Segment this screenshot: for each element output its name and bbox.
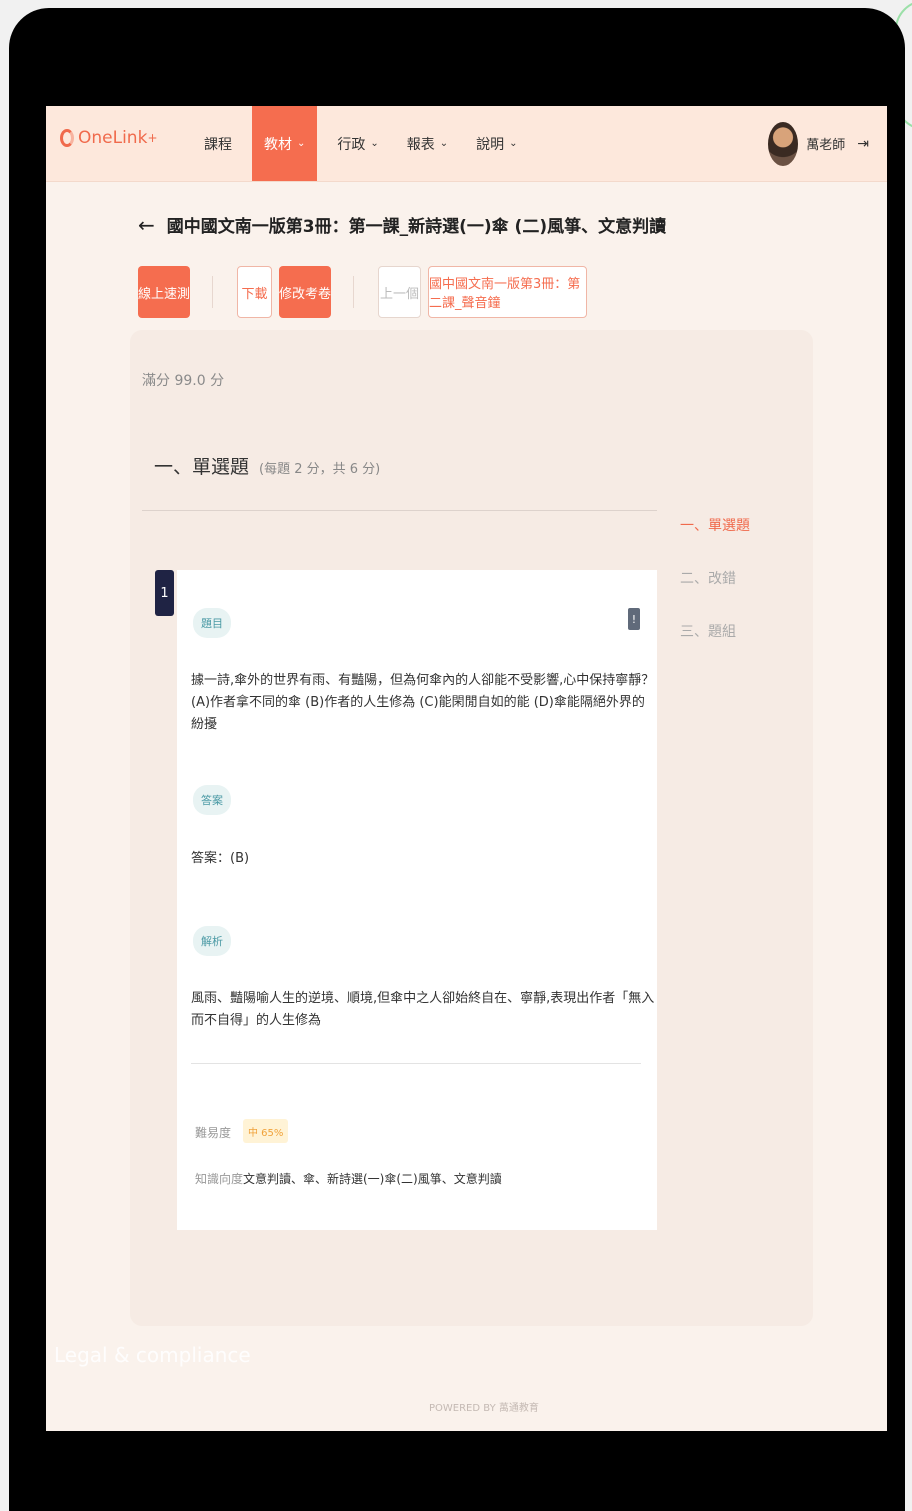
- answer-tag: 答案: [193, 785, 231, 815]
- button-label: 國中國文南一版第3冊：第二課_聲音鐘: [429, 277, 581, 311]
- logout-icon[interactable]: ⇥: [857, 136, 869, 152]
- arrow-left-icon[interactable]: ←: [138, 213, 155, 237]
- difficulty-label: 難易度: [195, 1126, 232, 1140]
- question-tag: 題目: [193, 608, 231, 638]
- top-navbar: OneLink + 課程 教材 ⌄ 行政 ⌄ 報表 ⌄ 說明 ⌄ 萬老師 ⇥: [46, 106, 887, 182]
- question-options: (A)作者拿不同的傘 (B)作者的人生修為 (C)能閑閒自如的能 (D)傘能隔絕…: [191, 695, 645, 732]
- nav-item-courses[interactable]: 課程: [196, 106, 240, 181]
- section-title: 一、單選題: [154, 456, 250, 478]
- user-name[interactable]: 萬老師: [806, 134, 845, 153]
- brand-logo[interactable]: OneLink +: [60, 124, 158, 152]
- next-lesson-button[interactable]: 國中國文南一版第3冊：第二課_聲音鐘: [428, 266, 587, 318]
- online-test-button[interactable]: 線上速測: [138, 266, 190, 318]
- analysis-tag: 解析: [193, 926, 231, 956]
- toc-item-question-group[interactable]: 三、題組: [680, 621, 750, 674]
- logo-icon: [60, 129, 74, 147]
- card-divider: [191, 1063, 641, 1064]
- nav-item-admin[interactable]: 行政 ⌄: [329, 106, 386, 181]
- knowledge-value: 文意判讀、傘、新詩選(一)傘(二)風箏、文意判讀: [243, 1172, 502, 1186]
- button-label: 線上速測: [138, 286, 191, 302]
- toolbar-divider: [353, 276, 354, 308]
- question-text: 據一詩,傘外的世界有雨、有豔陽，但為何傘內的人卻能不受影響,心中保持寧靜？ (A…: [191, 670, 657, 736]
- edit-exam-button[interactable]: 修改考卷: [279, 266, 331, 318]
- difficulty-badge: 中 65%: [243, 1119, 289, 1143]
- chevron-down-icon: ⌄: [370, 138, 379, 149]
- nav-item-help[interactable]: 說明 ⌄: [468, 106, 525, 181]
- toc-item-single-choice[interactable]: 一、單選題: [680, 515, 750, 568]
- app-screen: OneLink + 課程 教材 ⌄ 行政 ⌄ 報表 ⌄ 說明 ⌄ 萬老師 ⇥ ←…: [46, 106, 887, 1431]
- download-button[interactable]: 下載: [237, 266, 272, 318]
- chevron-down-icon: ⌄: [297, 138, 306, 149]
- toolbar-divider: [212, 276, 213, 308]
- toc-item-correction[interactable]: 二、改錯: [680, 568, 750, 621]
- full-score: 滿分 99.0 分: [142, 373, 225, 389]
- logo-text: OneLink: [78, 128, 148, 148]
- chevron-down-icon: ⌄: [509, 138, 518, 149]
- button-label: 下載: [241, 286, 268, 302]
- page-title: 國中國文南一版第3冊：第一課_新詩選(一)傘 (二)風箏、文意判讀: [166, 217, 667, 237]
- nav-item-reports[interactable]: 報表 ⌄: [399, 106, 456, 181]
- nav-label: 教材: [264, 136, 292, 153]
- main-nav: 課程 教材 ⌄ 行政 ⌄ 報表 ⌄ 說明 ⌄: [196, 106, 538, 181]
- prev-button[interactable]: 上一個: [378, 266, 421, 318]
- knowledge-label: 知識向度: [195, 1172, 244, 1186]
- avatar[interactable]: [768, 121, 799, 166]
- button-label: 上一個: [379, 286, 419, 302]
- nav-item-materials[interactable]: 教材 ⌄: [252, 106, 318, 181]
- question-stem: 據一詩,傘外的世界有雨、有豔陽，但為何傘內的人卻能不受影響,心中保持寧靜？: [191, 673, 655, 688]
- legal-compliance-link[interactable]: Legal & compliance: [54, 1343, 251, 1367]
- nav-label: 報表: [406, 136, 435, 153]
- nav-label: 說明: [476, 136, 505, 153]
- section-toc: 一、單選題 二、改錯 三、題組: [680, 515, 750, 674]
- user-menu: 萬老師 ⇥: [768, 106, 869, 181]
- powered-by: POWERED BY 萬通教育: [429, 1403, 539, 1414]
- question-number-badge: 1: [155, 570, 174, 616]
- section-divider: [142, 510, 657, 511]
- section-heading: 一、單選題 (每題 2 分，共 6 分): [154, 452, 380, 479]
- logo-plus: +: [147, 131, 158, 145]
- page-title-row: ← 國中國文南一版第3冊：第一課_新詩選(一)傘 (二)風箏、文意判讀: [138, 212, 667, 238]
- button-label: 修改考卷: [279, 286, 332, 302]
- analysis-text: 風雨、豔陽喻人生的逆境、順境,但傘中之人卻始終自在、寧靜,表現出作者「無入而不自…: [191, 991, 655, 1028]
- device-frame: OneLink + 課程 教材 ⌄ 行政 ⌄ 報表 ⌄ 說明 ⌄ 萬老師 ⇥ ←…: [9, 8, 905, 1511]
- question-card: ! 題目 據一詩,傘外的世界有雨、有豔陽，但為何傘內的人卻能不受影響,心中保持寧…: [177, 570, 657, 1230]
- answer-text: 答案：(B): [191, 851, 250, 866]
- nav-label: 行政: [337, 136, 366, 153]
- exam-panel: 滿分 99.0 分 一、單選題 (每題 2 分，共 6 分) 一、單選題 二、改…: [130, 330, 813, 1326]
- section-note: (每題 2 分，共 6 分): [259, 462, 381, 477]
- nav-label: 課程: [204, 136, 232, 153]
- report-flag-icon[interactable]: !: [628, 608, 640, 630]
- chevron-down-icon: ⌄: [439, 138, 449, 149]
